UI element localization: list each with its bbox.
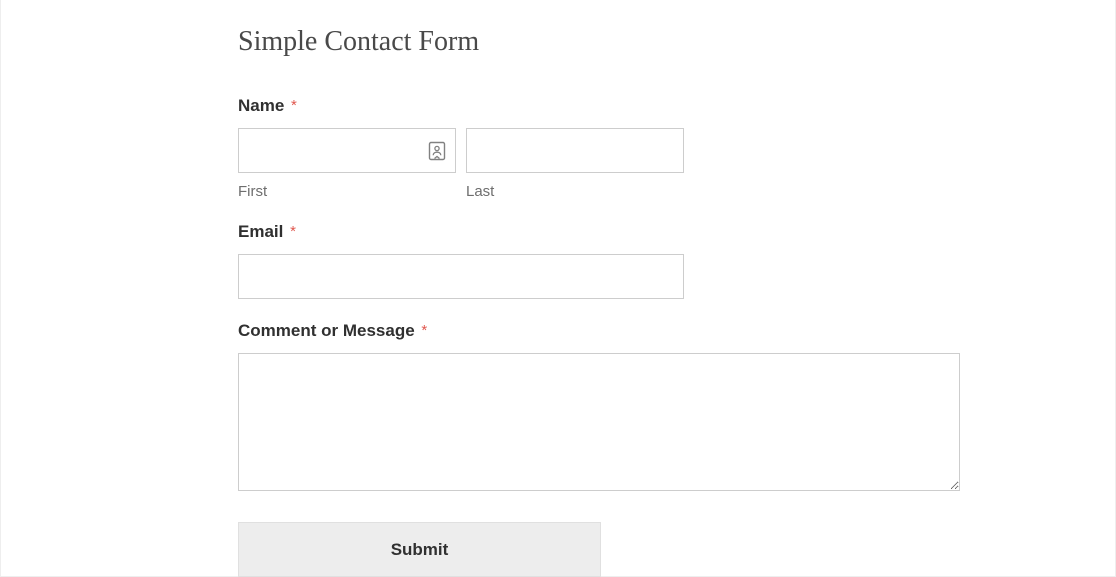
first-name-sublabel: First (238, 183, 456, 200)
page-title: Simple Contact Form (238, 26, 1115, 58)
name-label-text: Name (238, 96, 284, 115)
first-name-input-wrapper (238, 128, 456, 173)
comment-textarea[interactable] (238, 353, 960, 491)
first-name-input[interactable] (238, 128, 456, 173)
comment-required-mark: * (421, 322, 427, 339)
email-label-text: Email (238, 222, 283, 241)
last-name-column: Last (466, 128, 684, 200)
email-input[interactable] (238, 254, 684, 299)
name-field: Name * (238, 96, 1115, 200)
name-inputs-row: First Last (238, 128, 1115, 200)
comment-label-text: Comment or Message (238, 321, 415, 340)
name-label: Name * (238, 96, 1115, 116)
email-required-mark: * (290, 223, 296, 240)
comment-label: Comment or Message * (238, 321, 1115, 341)
first-name-column: First (238, 128, 456, 200)
last-name-input[interactable] (466, 128, 684, 173)
page: Simple Contact Form Name * (0, 0, 1116, 577)
form-container: Simple Contact Form Name * (1, 0, 1115, 577)
submit-button[interactable]: Submit (238, 522, 601, 577)
last-name-sublabel: Last (466, 183, 684, 200)
email-label: Email * (238, 222, 1115, 242)
name-required-mark: * (291, 97, 297, 114)
email-field: Email * (238, 222, 1115, 299)
comment-field: Comment or Message * (238, 321, 1115, 496)
